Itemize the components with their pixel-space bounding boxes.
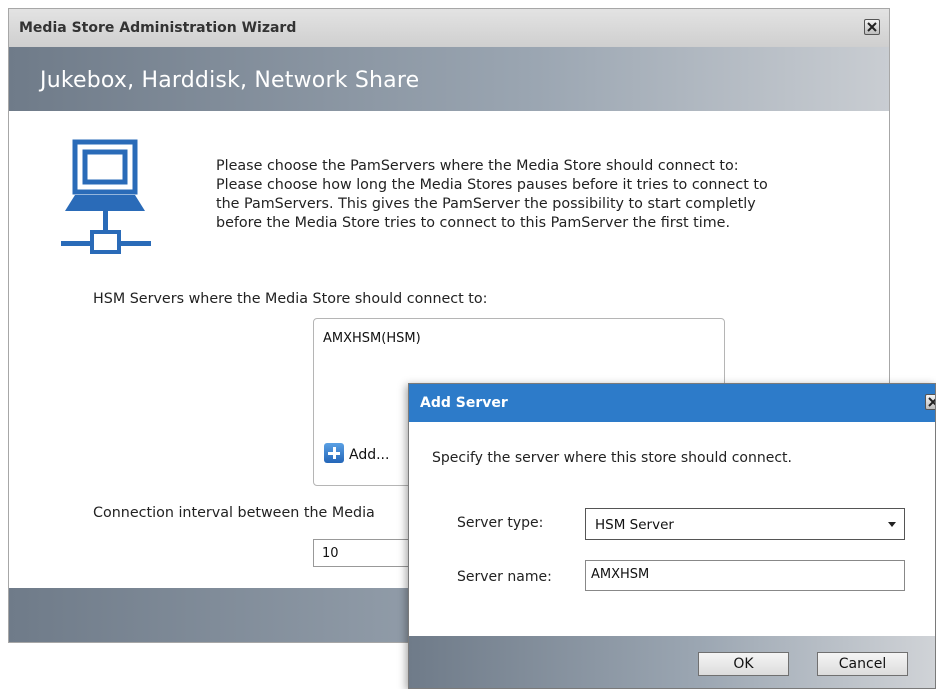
- description-line: the PamServers. This gives the PamServer…: [216, 196, 756, 212]
- server-list-item[interactable]: AMXHSM(HSM): [323, 331, 421, 346]
- description-line: Please choose the PamServers where the M…: [216, 158, 739, 174]
- close-icon: [928, 397, 935, 407]
- dialog-titlebar: Add Server: [409, 384, 935, 422]
- wizard-page-title: Jukebox, Harddisk, Network Share: [40, 68, 420, 93]
- description-line: before the Media Store tries to connect …: [216, 215, 731, 231]
- dialog-title: Add Server: [420, 395, 508, 411]
- wizard-close-button[interactable]: [864, 19, 880, 35]
- add-plus-icon: [324, 443, 344, 463]
- server-type-value: HSM Server: [595, 517, 674, 533]
- wizard-titlebar: Media Store Administration Wizard: [9, 9, 889, 48]
- server-type-select[interactable]: HSM Server: [585, 508, 905, 540]
- dialog-close-button[interactable]: [925, 394, 935, 410]
- wizard-header-band: Jukebox, Harddisk, Network Share: [9, 47, 889, 111]
- close-icon: [867, 22, 877, 32]
- network-computer-icon: [61, 139, 151, 254]
- server-name-label: Server name:: [457, 569, 552, 585]
- server-name-input[interactable]: AMXHSM: [585, 560, 905, 591]
- server-type-label: Server type:: [457, 515, 544, 531]
- wizard-title: Media Store Administration Wizard: [19, 20, 297, 36]
- dropdown-arrow-icon: [888, 522, 896, 527]
- wizard-description: Please choose the PamServers where the M…: [216, 157, 846, 233]
- add-server-button[interactable]: Add...: [324, 443, 389, 463]
- server-name-value: AMXHSM: [591, 567, 650, 582]
- dialog-footer: OK Cancel: [409, 636, 935, 688]
- add-server-dialog: Add Server Specify the server where this…: [408, 383, 936, 689]
- cancel-button[interactable]: Cancel: [817, 652, 908, 676]
- add-server-label: Add...: [349, 447, 390, 463]
- description-line: Please choose how long the Media Stores …: [216, 177, 768, 193]
- connection-interval-label: Connection interval between the Media: [93, 505, 375, 521]
- hsm-servers-label: HSM Servers where the Media Store should…: [93, 291, 488, 307]
- ok-button[interactable]: OK: [698, 652, 789, 676]
- dialog-prompt: Specify the server where this store shou…: [432, 450, 792, 466]
